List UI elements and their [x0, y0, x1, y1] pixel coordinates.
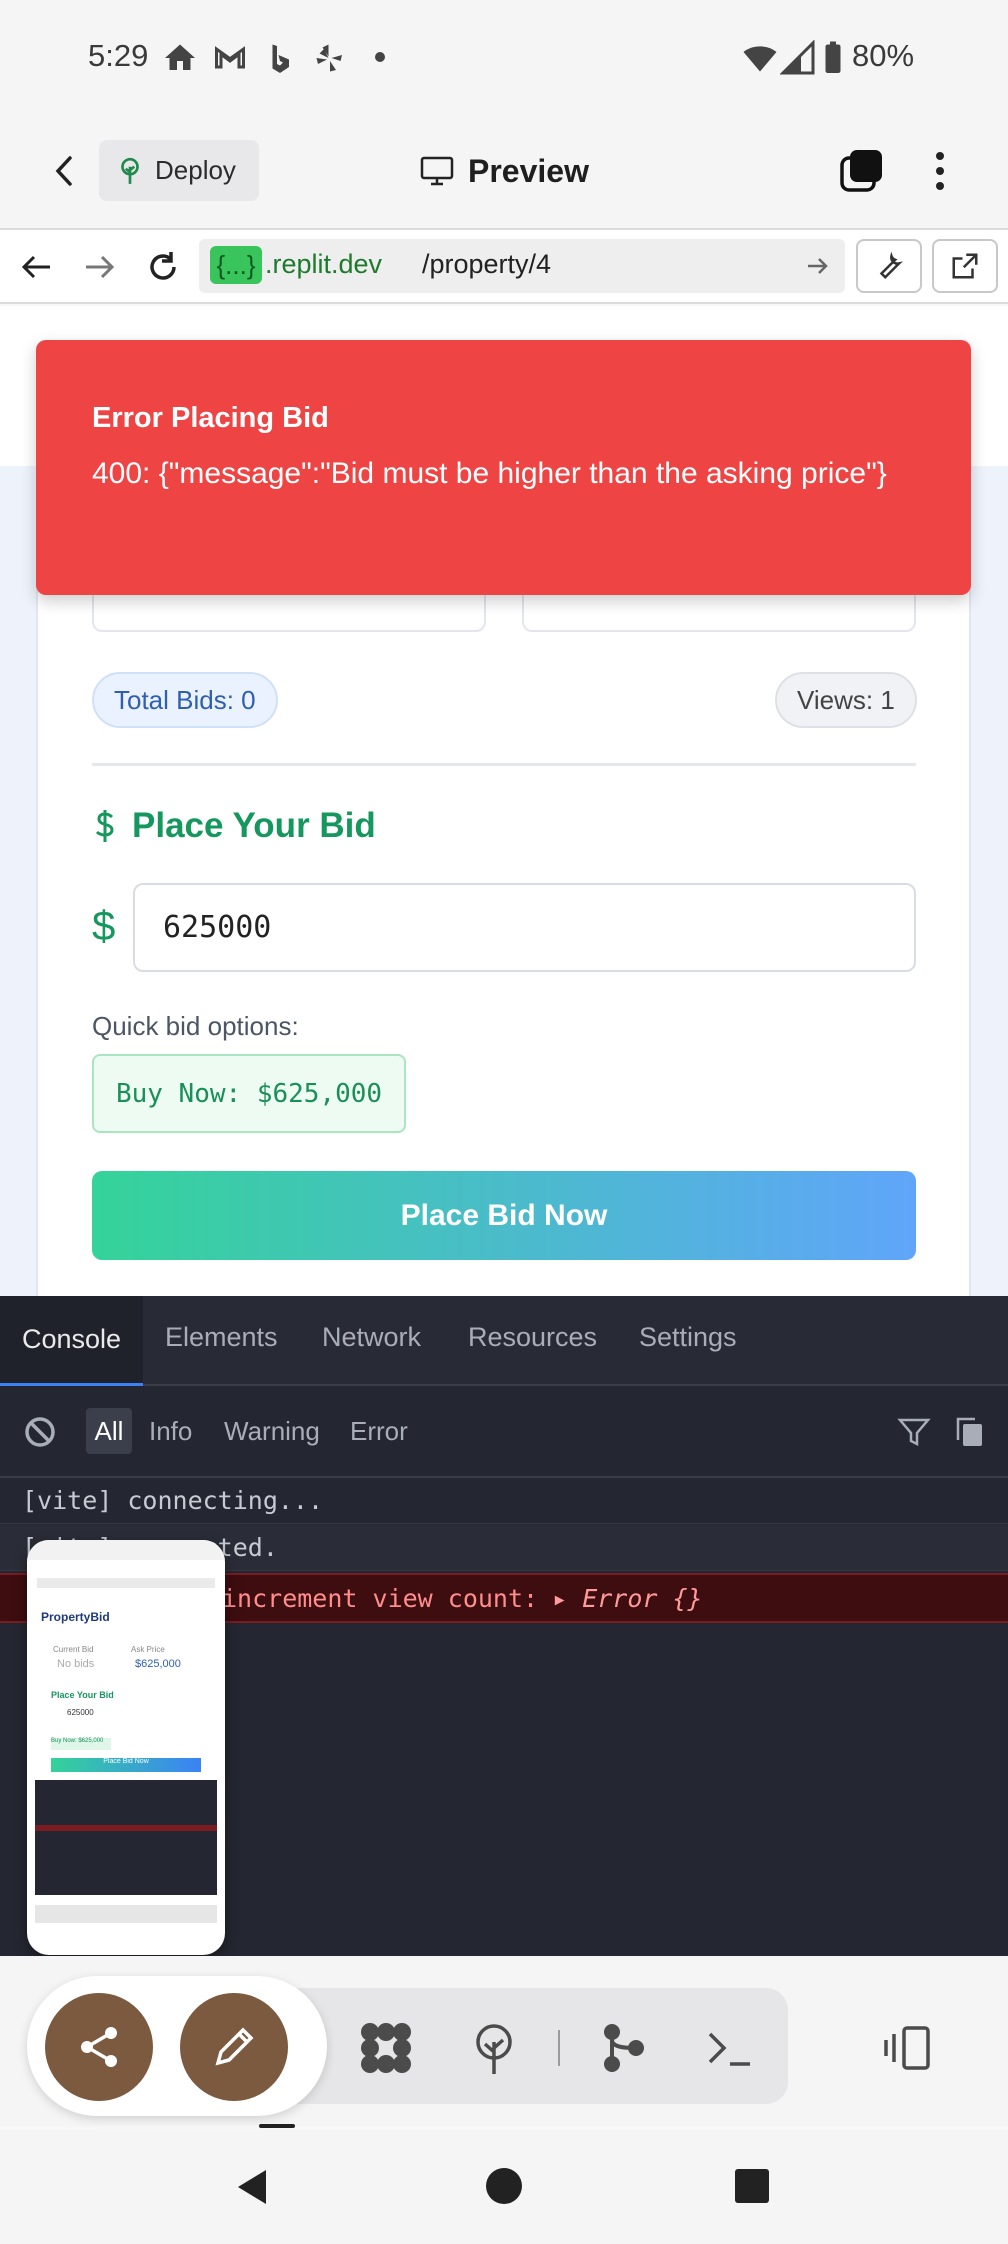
thumb-input: 625000: [67, 1708, 94, 1717]
devtools-wrench-button[interactable]: [856, 239, 922, 293]
dot-icon: [375, 52, 385, 62]
bid-amount-input[interactable]: [133, 883, 916, 972]
error-text: increment view count:: [222, 1583, 539, 1613]
url-path: /property/4: [422, 249, 552, 279]
error-object[interactable]: ▸ Error {}: [552, 1584, 703, 1613]
tab-network[interactable]: Network: [322, 1322, 421, 1353]
git-branch-icon[interactable]: [594, 2018, 654, 2078]
thumb-url: [37, 1578, 215, 1588]
thumb-devtools: [35, 1780, 217, 1895]
thumb-toolbar: [35, 1905, 217, 1923]
filter-info[interactable]: Info: [149, 1416, 192, 1447]
deploy-button[interactable]: Deploy: [99, 140, 259, 201]
status-time: 5:29: [88, 38, 149, 73]
log-text: [vite] connecting...: [22, 1486, 324, 1515]
workspace-apps-icon[interactable]: [356, 2018, 416, 2078]
browser-forward-icon[interactable]: [80, 248, 118, 286]
filter-funnel-icon[interactable]: [896, 1414, 932, 1450]
place-bid-heading: Place Your Bid: [92, 806, 376, 846]
currency-symbol: $: [92, 902, 116, 949]
quick-bid-label: Quick bid options:: [92, 1011, 299, 1041]
external-link-icon: [950, 251, 980, 281]
nav-recents-icon[interactable]: [734, 2168, 770, 2204]
copy-icon[interactable]: [952, 1414, 988, 1450]
filter-warning[interactable]: Warning: [224, 1416, 320, 1447]
tab-settings[interactable]: Settings: [639, 1322, 737, 1353]
dollar-icon: [92, 808, 118, 844]
pencil-icon: [210, 2023, 258, 2071]
toast-message: 400: {"message":"Bid must be higher than…: [92, 457, 887, 490]
go-arrow-icon[interactable]: [804, 252, 832, 280]
nav-home-icon[interactable]: [484, 2166, 524, 2206]
tabs-icon[interactable]: [836, 146, 886, 196]
shell-icon[interactable]: [700, 2018, 760, 2078]
share-icon: [75, 2023, 123, 2071]
share-button[interactable]: [45, 1993, 153, 2101]
preview-label: Preview: [468, 152, 589, 189]
deploy-icon: [117, 156, 143, 186]
toast-title: Error Placing Bid: [92, 402, 329, 434]
battery-icon: [815, 40, 851, 76]
divider: [92, 763, 916, 766]
thumb-error-line: [35, 1825, 217, 1831]
thumb-place-bid: Place Bid Now: [51, 1758, 201, 1772]
console-log-line: [vite] connecting...: [0, 1478, 1008, 1524]
thumb-value: $625,000: [135, 1658, 181, 1670]
error-toast[interactable]: Error Placing Bid 400: {"message":"Bid m…: [36, 340, 971, 595]
preview-tab[interactable]: Preview: [420, 146, 589, 196]
monitor-icon: [420, 156, 454, 186]
thumb-label: Ask Price: [131, 1645, 165, 1654]
gesture-handle: [259, 2124, 295, 2128]
browser-back-icon[interactable]: [18, 248, 56, 286]
clear-console-icon[interactable]: [22, 1414, 58, 1450]
tab-console[interactable]: Console: [0, 1296, 143, 1386]
toolbar-separator: [558, 2030, 560, 2066]
reload-icon[interactable]: [143, 247, 183, 287]
yelp-icon: [312, 40, 348, 76]
signal-icon: [780, 40, 816, 76]
wrench-icon: [874, 251, 904, 281]
screenshot-thumbnail[interactable]: PropertyBid Current Bid Ask Price No bid…: [27, 1540, 225, 1955]
deploy-label: Deploy: [155, 155, 236, 185]
thumb-buy-now: Buy Now: $625,000: [51, 1738, 111, 1750]
tab-elements[interactable]: Elements: [165, 1322, 278, 1353]
thumb-value: No bids: [57, 1658, 95, 1670]
back-button[interactable]: [44, 146, 84, 196]
tab-resources[interactable]: Resources: [468, 1322, 597, 1353]
expand-triangle-icon: ▸: [552, 1583, 568, 1613]
gmail-icon: [212, 40, 248, 76]
more-options-icon[interactable]: [920, 146, 960, 196]
edit-button[interactable]: [180, 1993, 288, 2101]
filter-error[interactable]: Error: [350, 1416, 408, 1447]
nav-back-icon[interactable]: [232, 2166, 274, 2208]
url-host-tag: {...}: [210, 246, 262, 284]
bing-icon: [262, 40, 298, 76]
thumb-status: [27, 1540, 225, 1560]
layout-toggle-icon[interactable]: [880, 2018, 940, 2078]
deploy-tool-icon[interactable]: [464, 2018, 524, 2078]
battery-percent: 80%: [852, 38, 915, 73]
filter-all[interactable]: All: [86, 1408, 132, 1454]
thumb-label: Current Bid: [53, 1645, 94, 1654]
total-bids-badge: Total Bids: 0: [92, 672, 278, 728]
url-host: .replit.dev: [265, 249, 383, 279]
thumb-bid-title: Place Your Bid: [51, 1690, 114, 1700]
buy-now-button[interactable]: Buy Now: $625,000: [92, 1054, 406, 1133]
place-bid-title: Place Your Bid: [132, 806, 376, 845]
error-object-label: Error {}: [582, 1583, 703, 1613]
place-bid-button[interactable]: Place Bid Now: [92, 1171, 916, 1260]
thumb-brand: PropertyBid: [41, 1610, 110, 1624]
wifi-icon: [742, 40, 778, 76]
home-icon: [162, 40, 198, 76]
open-external-button[interactable]: [932, 239, 998, 293]
views-badge: Views: 1: [775, 672, 917, 728]
